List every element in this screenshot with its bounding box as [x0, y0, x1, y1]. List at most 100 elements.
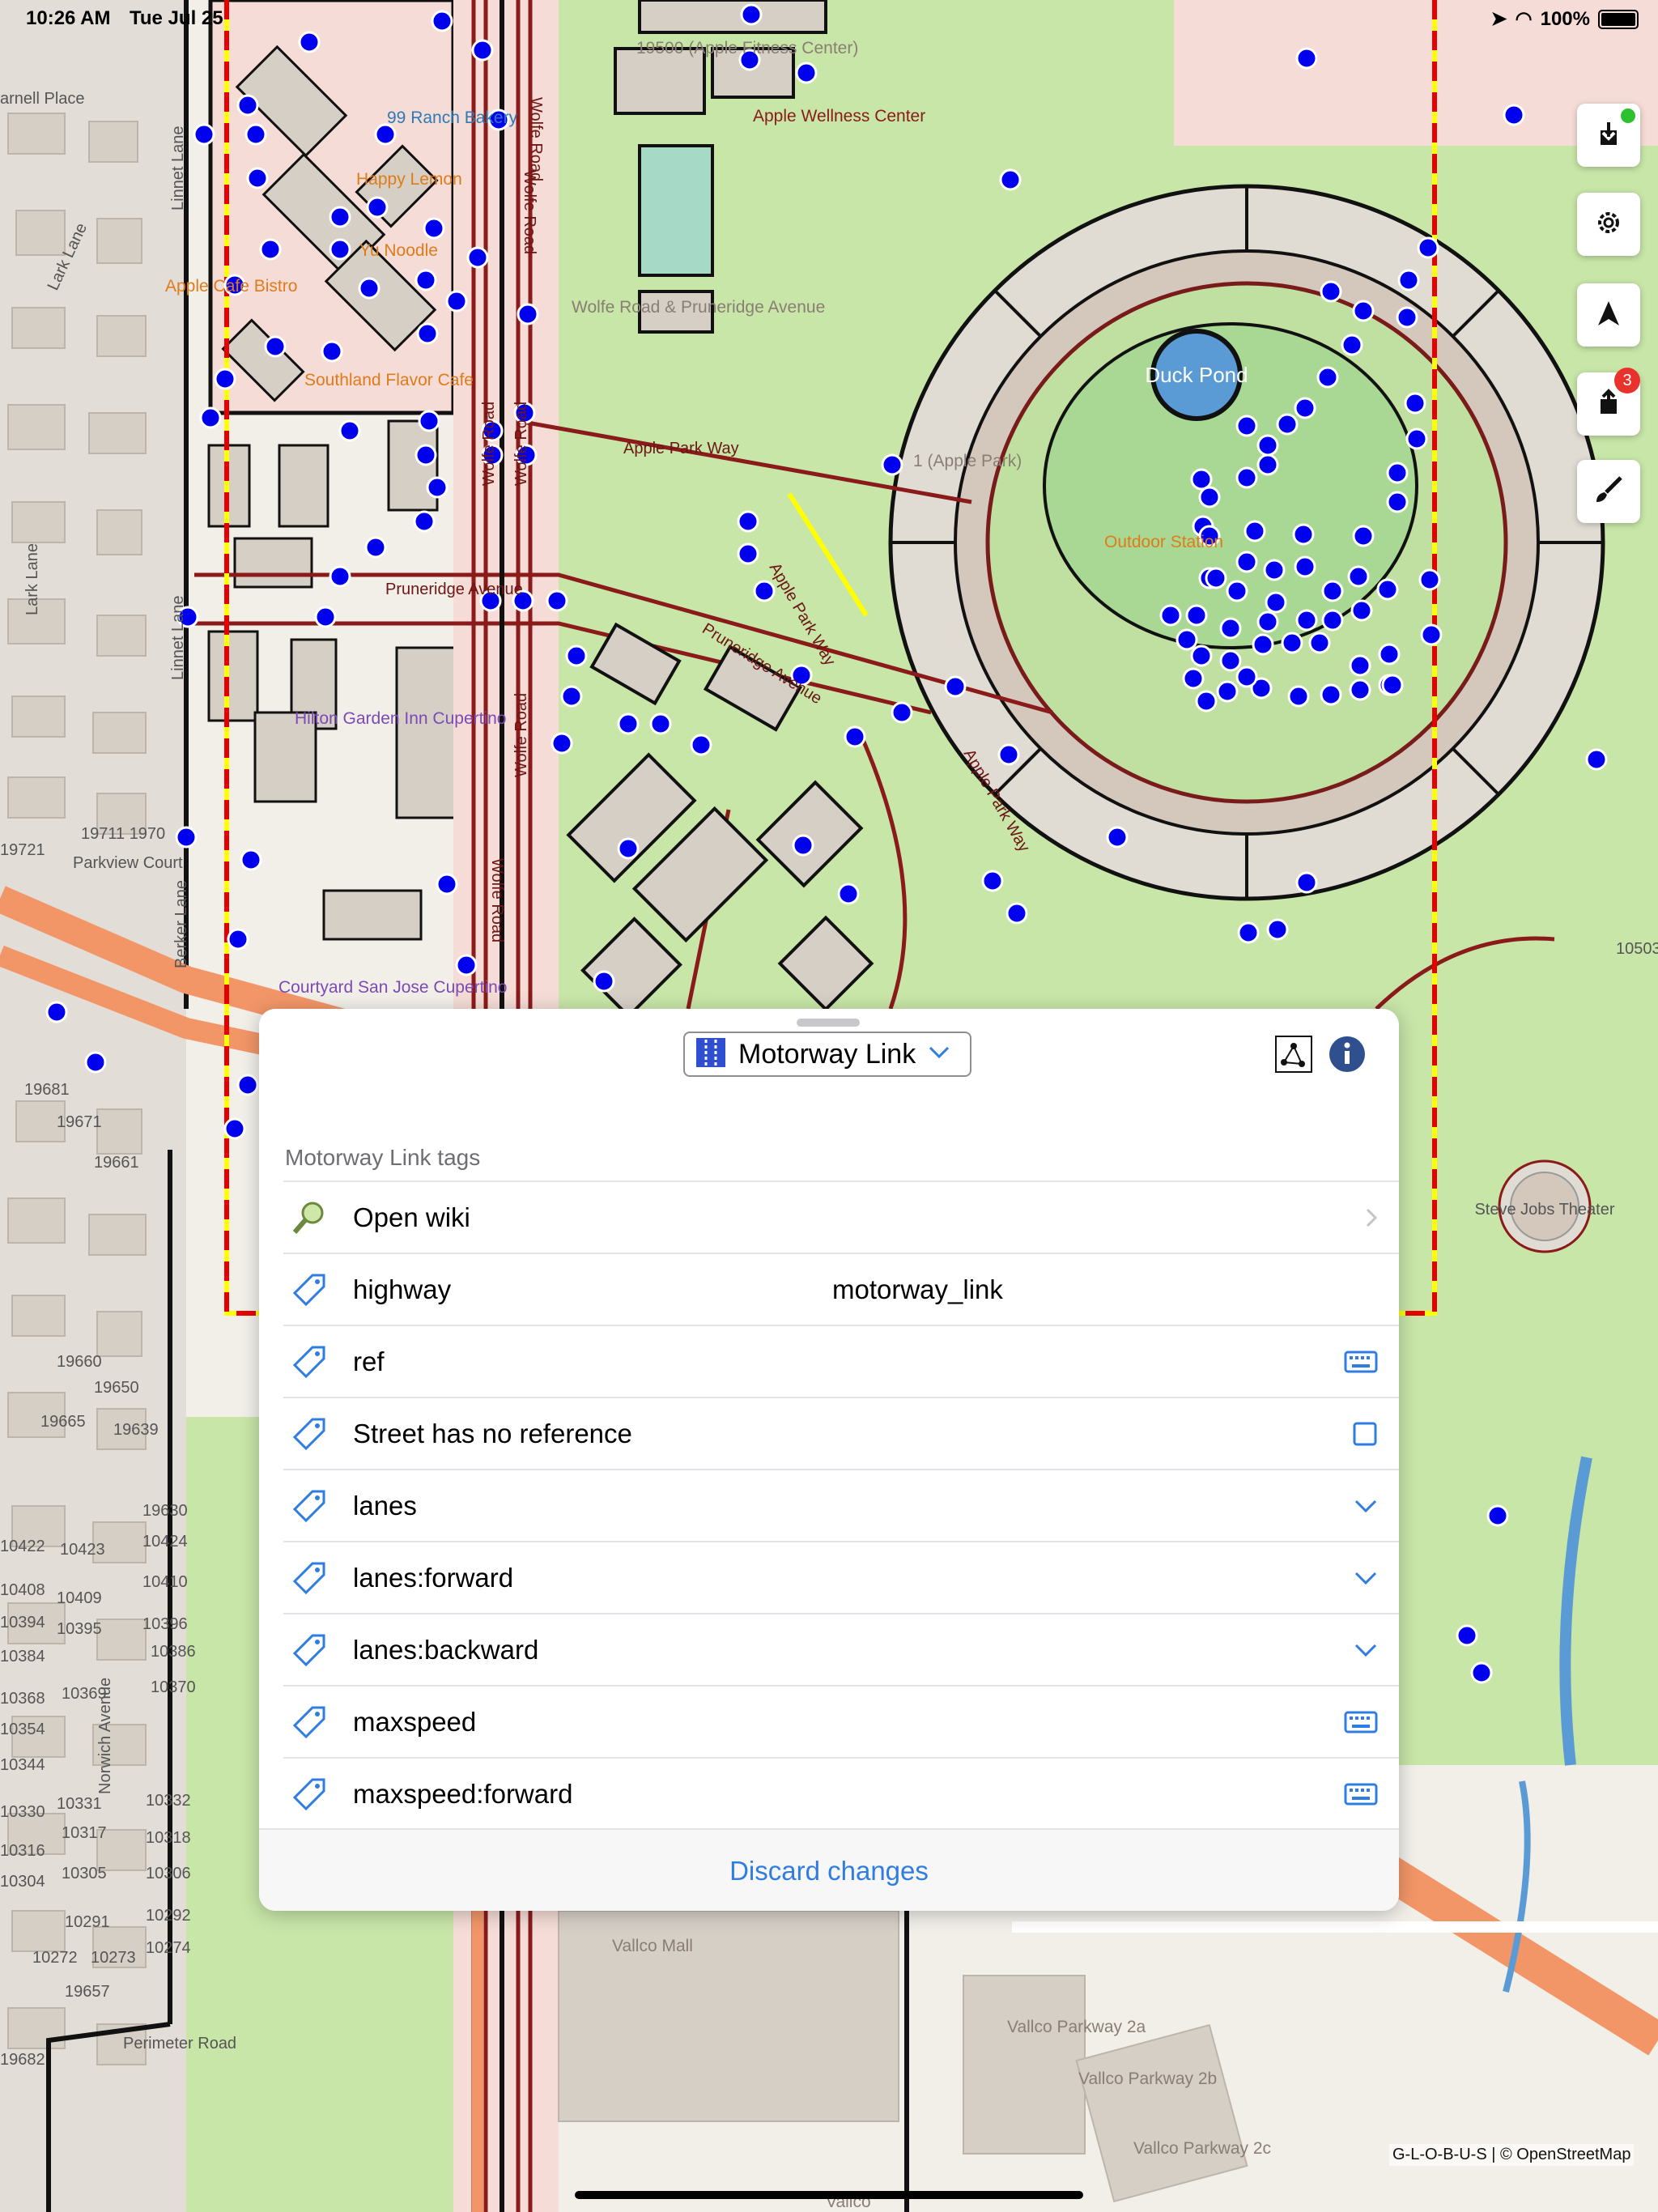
map-label: 10305 — [62, 1865, 107, 1882]
map-label: Outdoor Station — [1104, 533, 1223, 551]
sheet-grabber[interactable] — [797, 1019, 860, 1027]
map-label: 10370 — [151, 1678, 196, 1696]
tag-row-maxspeed-forward[interactable]: maxspeed:forward — [283, 1757, 1399, 1829]
tag-icon — [285, 1410, 334, 1458]
download-icon — [1594, 119, 1623, 152]
map-label: 10368 — [0, 1690, 45, 1708]
map-label: Lark Lane — [23, 543, 41, 615]
chevron-down-icon — [929, 1046, 950, 1063]
keyboard-icon[interactable] — [1344, 1711, 1378, 1733]
map-label: Vallco Parkway 2a — [1007, 2018, 1146, 2036]
map-label: 10274 — [146, 1939, 191, 1957]
location-arrow-icon — [1594, 299, 1623, 332]
map-label: 10318 — [146, 1829, 191, 1847]
map-label: 10330 — [0, 1803, 45, 1821]
tag-key: highway — [353, 1274, 452, 1304]
tag-icon — [285, 1554, 334, 1602]
map-label: 10273 — [91, 1949, 136, 1967]
info-button[interactable] — [1326, 1035, 1368, 1077]
tag-key: lanes — [353, 1490, 417, 1521]
map-label: Happy Lemon — [356, 170, 462, 189]
map-label: Wolfe Road — [480, 402, 498, 486]
download-button[interactable] — [1577, 104, 1640, 167]
map-label: 10292 — [146, 1907, 191, 1925]
upload-button[interactable]: 3 — [1577, 368, 1640, 436]
gear-icon — [1593, 207, 1624, 242]
tag-row-lanes-backward[interactable]: lanes:backward — [283, 1613, 1399, 1685]
map-label: 10354 — [0, 1721, 45, 1738]
map-label: Wolfe Road — [512, 693, 530, 777]
map-label: 10409 — [57, 1589, 102, 1607]
map-label: Vallco Mall — [612, 1937, 693, 1955]
tag-key: maxspeed:forward — [353, 1778, 573, 1809]
map-label: arnell Place — [0, 90, 85, 108]
sheet-footer: Discard changes — [259, 1828, 1399, 1911]
wiki-magnifier-icon — [285, 1193, 334, 1242]
status-bar: 10:26 AM Tue Jul 25 ➤ ◠ 100% — [0, 0, 1658, 39]
map-label: 10272 — [32, 1949, 78, 1967]
map-label: Pruneridge Avenue — [385, 581, 523, 598]
map-label: Courtyard San Jose Cupertino — [278, 978, 508, 997]
map-label: Wolfe Road — [527, 97, 545, 181]
location-button[interactable] — [1577, 283, 1640, 347]
tag-key: lanes:forward — [353, 1562, 514, 1593]
map-label: 10332 — [146, 1792, 191, 1810]
tag-icon — [285, 1266, 334, 1314]
chevron-down-icon[interactable] — [1354, 1499, 1378, 1513]
section-header: Motorway Link tags — [285, 1145, 481, 1170]
tag-list: Open wiki highway motorway_link ref Stre… — [283, 1180, 1399, 1829]
map-attribution[interactable]: G-L-O-B-U-S | © OpenStreetMap — [1389, 2144, 1635, 2166]
map-label: Southland Flavor Cafe — [304, 371, 474, 389]
map-label: 19639 — [113, 1421, 159, 1439]
tag-row-maxspeed[interactable]: maxspeed — [283, 1685, 1399, 1757]
status-date: Tue Jul 25 — [130, 7, 223, 29]
home-indicator[interactable] — [575, 2191, 1083, 2199]
tag-row-no-reference[interactable]: Street has no reference — [283, 1397, 1399, 1469]
tag-row-lanes-forward[interactable]: lanes:forward — [283, 1541, 1399, 1613]
brush-button[interactable] — [1577, 460, 1640, 523]
location-status-icon: ➤ — [1490, 8, 1507, 30]
map-label: 19657 — [65, 1983, 110, 2001]
map-label: 10344 — [0, 1756, 45, 1774]
map-label: Yu Noodle — [359, 241, 438, 260]
upload-icon — [1594, 388, 1623, 421]
map-label: Apple Cafe Bistro — [165, 277, 297, 296]
relation-button[interactable] — [1273, 1035, 1315, 1077]
keyboard-icon[interactable] — [1344, 1783, 1378, 1806]
chevron-down-icon[interactable] — [1354, 1571, 1378, 1585]
tag-key: Open wiki — [353, 1202, 470, 1232]
map-label: Apple Wellness Center — [753, 107, 925, 125]
tag-row-highway[interactable]: highway motorway_link — [283, 1253, 1399, 1325]
map-label: 19500 (Apple Fitness Center) — [636, 39, 858, 57]
checkbox-icon[interactable] — [1352, 1421, 1378, 1447]
map-label: 10408 — [0, 1581, 45, 1599]
tag-row-lanes[interactable]: lanes — [283, 1469, 1399, 1541]
feature-type-picker[interactable]: Motorway Link — [683, 1032, 971, 1077]
map-label: 19650 — [94, 1379, 139, 1397]
map-label: 19682 — [0, 2051, 45, 2069]
map-label: Norwich Avenue — [96, 1678, 114, 1794]
settings-button[interactable] — [1577, 193, 1640, 256]
map-label: 10395 — [57, 1620, 102, 1638]
map-label: Apple Park Way — [623, 440, 739, 457]
map-label: Wolfe Road — [512, 402, 530, 486]
tag-key: ref — [353, 1346, 385, 1376]
map-label: Vallco Parkway 2b — [1078, 2069, 1217, 2088]
tag-icon — [285, 1770, 334, 1819]
tag-row-ref[interactable]: ref — [283, 1325, 1399, 1397]
map-label: Hilton Garden Inn Cupertino — [295, 709, 507, 728]
tag-value[interactable]: motorway_link — [832, 1274, 1003, 1305]
map-label: 10386 — [151, 1643, 196, 1661]
map-label: 1 (Apple Park) — [913, 452, 1022, 470]
map-label: Wolfe Road & Pruneridge Avenue — [572, 298, 825, 317]
map-label: 19630 — [142, 1502, 188, 1520]
discard-changes-button[interactable]: Discard changes — [259, 1856, 1399, 1887]
tag-row-open-wiki[interactable]: Open wiki — [283, 1180, 1399, 1253]
chevron-down-icon[interactable] — [1354, 1643, 1378, 1657]
map-label: 10410 — [142, 1573, 188, 1591]
tag-icon — [285, 1482, 334, 1530]
status-time: 10:26 AM — [26, 7, 111, 29]
map-label: 10331 — [57, 1795, 102, 1813]
map-label: Wolfe Road — [521, 170, 538, 254]
keyboard-icon[interactable] — [1344, 1351, 1378, 1373]
